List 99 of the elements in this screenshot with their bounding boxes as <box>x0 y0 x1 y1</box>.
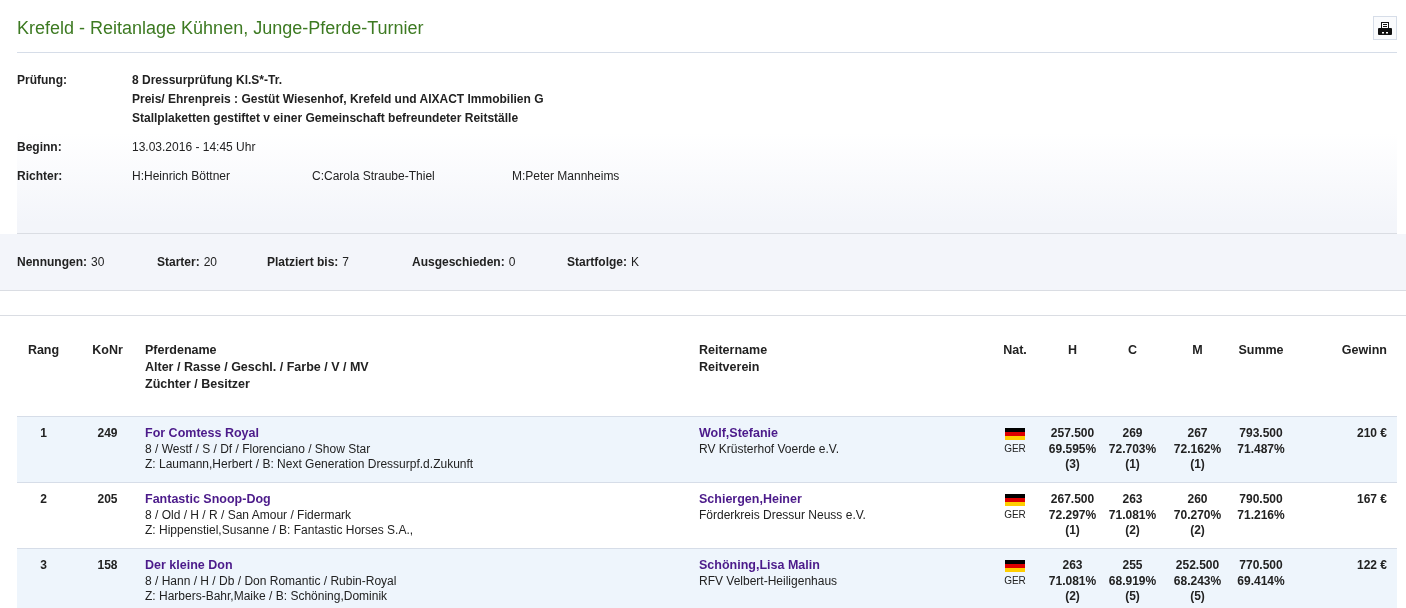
flag-icon <box>1005 560 1025 572</box>
breeder-owner-text: Z: Harbers-Bahr,Maike / B: Schöning,Dominik <box>145 589 389 605</box>
start-number-text: 158 <box>97 558 118 572</box>
nation-code: GER <box>1003 508 1027 522</box>
print-button[interactable] <box>1373 16 1397 40</box>
judge-placing: (1) <box>1124 457 1141 473</box>
stat-value: 7 <box>342 255 350 269</box>
column-header: Summe <box>1237 342 1285 359</box>
total-points: 790.500 <box>1238 492 1284 508</box>
column-header: Reitverein <box>699 359 761 376</box>
score-percent: 71.081% <box>1047 573 1098 589</box>
judge-name: M:Peter Mannheims <box>512 168 620 185</box>
score-percent: 68.919% <box>1107 573 1158 589</box>
score-points: 252.500 <box>1174 558 1221 574</box>
column-header: KoNr <box>91 342 124 359</box>
prize-money: 167 € <box>1356 492 1387 506</box>
column-header: Alter / Rasse / Geschl. / Farbe / V / MV <box>145 359 370 376</box>
judge-name: C:Carola Straube-Thiel <box>312 168 436 185</box>
rank-text: 2 <box>40 492 47 506</box>
stat-label: Nennungen: <box>17 255 87 269</box>
stat-value: K <box>631 255 639 269</box>
column-header: Pferdename <box>145 342 218 359</box>
column-header: C <box>1127 342 1138 359</box>
score-percent: 70.270% <box>1172 507 1223 523</box>
score-percent: 72.162% <box>1172 441 1223 457</box>
judge-placing: (2) <box>1064 589 1081 605</box>
competition-text: Preis/ Ehrenpreis : Gestüt Wiesenhof, Krefeld und AIXACT Immobilien G <box>132 91 544 108</box>
total-percent: 71.487% <box>1236 441 1286 457</box>
stat-label: Ausgeschieden: <box>412 255 505 269</box>
club-name-text: RFV Velbert-Heiligenhaus <box>699 573 839 589</box>
score-points: 260 <box>1186 492 1209 508</box>
prize-money: 210 € <box>1356 426 1387 440</box>
judge-placing: (1) <box>1064 523 1081 539</box>
score-percent: 71.081% <box>1107 507 1158 523</box>
judge-placing: (2) <box>1124 523 1141 539</box>
horse-details-text: 8 / Hann / H / Db / Don Romantic / Rubin-Royal <box>145 573 398 589</box>
field-label: Richter: <box>17 168 64 185</box>
competition-text: Stallplaketten gestiftet v einer Gemeinschaft befreundeter Reitställe <box>132 110 520 127</box>
total-points: 770.500 <box>1238 558 1284 574</box>
horse-details-text: 8 / Old / H / R / San Amour / Fidermark <box>145 507 353 523</box>
column-header: Rang <box>26 342 61 359</box>
start-number-text: 205 <box>97 492 118 506</box>
score-points: 263 <box>1121 492 1144 508</box>
prize-money: 122 € <box>1356 558 1387 572</box>
column-header: Reitername <box>699 342 769 359</box>
club-name-text: RV Krüsterhof Voerde e.V. <box>699 441 841 457</box>
score-percent: 68.243% <box>1172 573 1223 589</box>
horse-name-link[interactable]: Fantastic Snoop-Dog <box>145 492 699 508</box>
print-icon <box>1378 21 1392 35</box>
rank-text: 3 <box>40 558 47 572</box>
stat-value: 20 <box>203 255 218 269</box>
flag-icon <box>1005 428 1025 440</box>
score-percent: 69.595% <box>1047 441 1098 457</box>
stat-label: Startfolge: <box>567 255 627 269</box>
judge-placing: (3) <box>1064 457 1081 473</box>
score-points: 255 <box>1121 558 1144 574</box>
nation-code: GER <box>1003 574 1027 588</box>
total-percent: 69.414% <box>1236 573 1286 589</box>
club-name-text: Förderkreis Dressur Neuss e.V. <box>699 507 867 523</box>
stat-value: 0 <box>508 255 516 269</box>
horse-name-link[interactable]: For Comtess Royal <box>145 426 699 442</box>
stat-label: Platziert bis: <box>267 255 339 269</box>
score-points: 267.500 <box>1049 492 1096 508</box>
score-percent: 72.297% <box>1047 507 1098 523</box>
score-percent: 72.703% <box>1107 441 1158 457</box>
score-points: 257.500 <box>1049 426 1096 442</box>
judge-placing: (1) <box>1189 457 1206 473</box>
stat-value: 30 <box>91 255 105 269</box>
rider-name-link[interactable]: Schöning,Lisa Malin <box>699 558 985 574</box>
rider-name-link[interactable]: Wolf,Stefanie <box>699 426 985 442</box>
judge-name: H:Heinrich Böttner <box>132 168 232 185</box>
start-time-text: 13.03.2016 - 14:45 Uhr <box>132 140 256 154</box>
column-header: H <box>1067 342 1078 359</box>
horse-details-text: 8 / Westf / S / Df / Florenciano / Show Star <box>145 441 372 457</box>
total-percent: 71.216% <box>1236 507 1286 523</box>
column-header: M <box>1191 342 1204 359</box>
judge-placing: (2) <box>1189 523 1206 539</box>
judge-placing: (5) <box>1124 589 1141 605</box>
column-header: Züchter / Besitzer <box>145 376 251 393</box>
horse-name-link[interactable]: Der kleine Don <box>145 558 699 574</box>
field-label: Beginn: <box>17 139 63 156</box>
score-points: 263 <box>1061 558 1084 574</box>
competition-text: 8 Dressurprüfung Kl.S*-Tr. <box>132 72 284 89</box>
total-points: 793.500 <box>1238 426 1284 442</box>
nation-code: GER <box>1003 442 1027 456</box>
page-title: Krefeld - Reitanlage Kühnen, Junge-Pferde-Turnier <box>17 17 424 39</box>
breeder-owner-text: Z: Laumann,Herbert / B: Next Generation Dressurpf.d.Zukunft <box>145 457 475 473</box>
stat-label: Starter: <box>157 255 200 269</box>
score-points: 267 <box>1186 426 1209 442</box>
field-label: Prüfung: <box>17 72 68 89</box>
column-header: Gewinn <box>1340 342 1387 359</box>
column-header: Nat. <box>1002 342 1028 359</box>
rider-name-link[interactable]: Schiergen,Heiner <box>699 492 985 508</box>
flag-icon <box>1005 494 1025 506</box>
score-points: 269 <box>1121 426 1144 442</box>
start-number-text: 249 <box>97 426 118 440</box>
rank-text: 1 <box>40 426 47 440</box>
breeder-owner-text: Z: Hippenstiel,Susanne / B: Fantastic Horses S.A., <box>145 523 415 539</box>
judge-placing: (5) <box>1189 589 1206 605</box>
